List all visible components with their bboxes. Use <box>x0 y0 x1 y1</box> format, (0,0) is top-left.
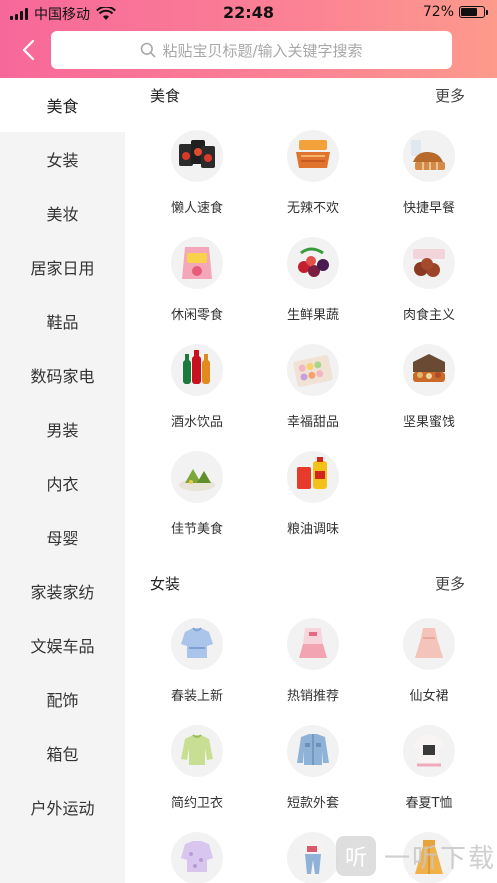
category-label: 懒人速食 <box>170 201 223 216</box>
pink-dress-icon <box>403 618 455 670</box>
bread-icon <box>403 130 455 182</box>
header-bar: 中国移动 22:48 72% 粘贴宝贝标题/输入关键字搜索 <box>0 0 497 78</box>
tshirt-icon <box>403 725 455 777</box>
category-label: 粮油调味 <box>286 522 339 537</box>
section-title: 女装 <box>150 574 181 593</box>
category-item[interactable]: 幸福甜品 <box>255 326 371 433</box>
section-header: 美食 更多 <box>125 78 497 112</box>
spicy-meat-icon <box>287 130 339 182</box>
category-item[interactable]: 简约卫衣 <box>139 707 255 814</box>
sidebar-item[interactable]: 美食 <box>0 78 125 132</box>
denim-jacket-icon <box>287 725 339 777</box>
search-input[interactable]: 粘贴宝贝标题/输入关键字搜索 <box>51 31 452 69</box>
category-label: 春夏T恤 <box>405 796 453 811</box>
category-sidebar: 美食 女装 美妆 居家日用 鞋品 数码家电 男装 内衣 母婴 家装家纺 文娱车品 配饰 箱包 户外运动 <box>0 78 125 883</box>
chevron-left-icon <box>22 39 35 61</box>
category-label: 仙女裙 <box>409 689 449 704</box>
category-label: 坚果蜜饯 <box>402 415 455 430</box>
watermark-text: 一听下载 <box>384 843 497 874</box>
sidebar-item[interactable]: 女装 <box>0 132 125 186</box>
snack-bag-icon <box>171 237 223 289</box>
category-label: 休闲零食 <box>170 308 223 323</box>
category-label: 幸福甜品 <box>286 415 339 430</box>
status-bar: 中国移动 22:48 72% <box>0 0 497 26</box>
sweatshirt-icon <box>171 725 223 777</box>
back-button[interactable] <box>14 36 42 64</box>
category-label: 肉食主义 <box>402 308 455 323</box>
category-item[interactable]: 无辣不欢 <box>255 112 371 219</box>
sidebar-item[interactable]: 家装家纺 <box>0 564 125 618</box>
category-label: 快捷早餐 <box>402 201 455 216</box>
sidebar-item[interactable]: 配饰 <box>0 672 125 726</box>
sidebar-item[interactable]: 鞋品 <box>0 294 125 348</box>
macaron-icon <box>287 344 339 396</box>
more-link[interactable]: 更多 <box>435 85 465 106</box>
battery-icon <box>459 6 488 18</box>
drink-bottles-icon <box>171 344 223 396</box>
category-item[interactable]: 生鲜果蔬 <box>255 219 371 326</box>
category-label: 酒水饮品 <box>170 415 223 430</box>
watermark: 听 一听下载 <box>336 836 496 876</box>
category-item[interactable]: 懒人速食 <box>139 112 255 219</box>
watermark-logo: 听 <box>336 836 376 876</box>
nut-box-icon <box>403 344 455 396</box>
battery-percent: 72% <box>422 4 454 20</box>
category-item[interactable]: 仙女裙 <box>371 600 487 707</box>
rice-dumpling-icon <box>171 451 223 503</box>
category-item[interactable]: 热销推荐 <box>255 600 371 707</box>
category-label: 春装上新 <box>170 689 223 704</box>
category-item[interactable]: 酒水饮品 <box>139 326 255 433</box>
category-label: 短款外套 <box>286 796 339 811</box>
sidebar-item[interactable]: 男装 <box>0 402 125 456</box>
category-label: 简约卫衣 <box>170 796 223 811</box>
sidebar-item[interactable]: 箱包 <box>0 726 125 780</box>
category-label: 无辣不欢 <box>286 201 339 216</box>
category-item[interactable]: 休闲零食 <box>139 219 255 326</box>
category-content: 美食 更多 懒人速食 无辣不欢 快捷早餐 休闲零食 生鲜果蔬 肉食主义 酒水饮品 幸福甜品 坚果蜜饯… <box>125 78 497 883</box>
category-label: 热销推荐 <box>286 689 339 704</box>
sidebar-item[interactable]: 母婴 <box>0 510 125 564</box>
section-title: 美食 <box>150 86 181 105</box>
sidebar-item[interactable]: 内衣 <box>0 456 125 510</box>
fruit-icon <box>287 237 339 289</box>
category-label: 生鲜果蔬 <box>286 308 339 323</box>
blouse-icon <box>171 618 223 670</box>
category-item[interactable]: 春夏T恤 <box>371 707 487 814</box>
category-item[interactable]: 坚果蜜饯 <box>371 326 487 433</box>
oil-icon <box>287 451 339 503</box>
category-item[interactable]: 春装上新 <box>139 600 255 707</box>
sidebar-item[interactable]: 户外运动 <box>0 780 125 834</box>
category-item[interactable]: 肉食主义 <box>371 219 487 326</box>
more-link[interactable]: 更多 <box>435 573 465 594</box>
section-header: 女装 更多 <box>125 566 497 600</box>
sidebar-item[interactable]: 文娱车品 <box>0 618 125 672</box>
instant-noodle-icon <box>171 130 223 182</box>
category-item[interactable]: 短款外套 <box>255 707 371 814</box>
meat-icon <box>403 237 455 289</box>
category-item[interactable] <box>139 814 255 883</box>
category-item[interactable]: 粮油调味 <box>255 433 371 540</box>
category-grid: 懒人速食 无辣不欢 快捷早餐休闲零食 生鲜果蔬 肉食主义酒水饮品 幸福甜品 坚果蜜饯佳节美食… <box>139 112 497 540</box>
search-placeholder: 粘贴宝贝标题/输入关键字搜索 <box>162 41 363 60</box>
sidebar-item[interactable]: 美妆 <box>0 186 125 240</box>
dress-set-icon <box>287 618 339 670</box>
lace-top-icon <box>171 832 223 883</box>
category-item[interactable]: 快捷早餐 <box>371 112 487 219</box>
sidebar-item[interactable]: 数码家电 <box>0 348 125 402</box>
search-icon <box>141 42 156 58</box>
category-label: 佳节美食 <box>170 522 223 537</box>
category-item[interactable]: 佳节美食 <box>139 433 255 540</box>
outfit-icon <box>287 832 339 883</box>
sidebar-item[interactable]: 居家日用 <box>0 240 125 294</box>
